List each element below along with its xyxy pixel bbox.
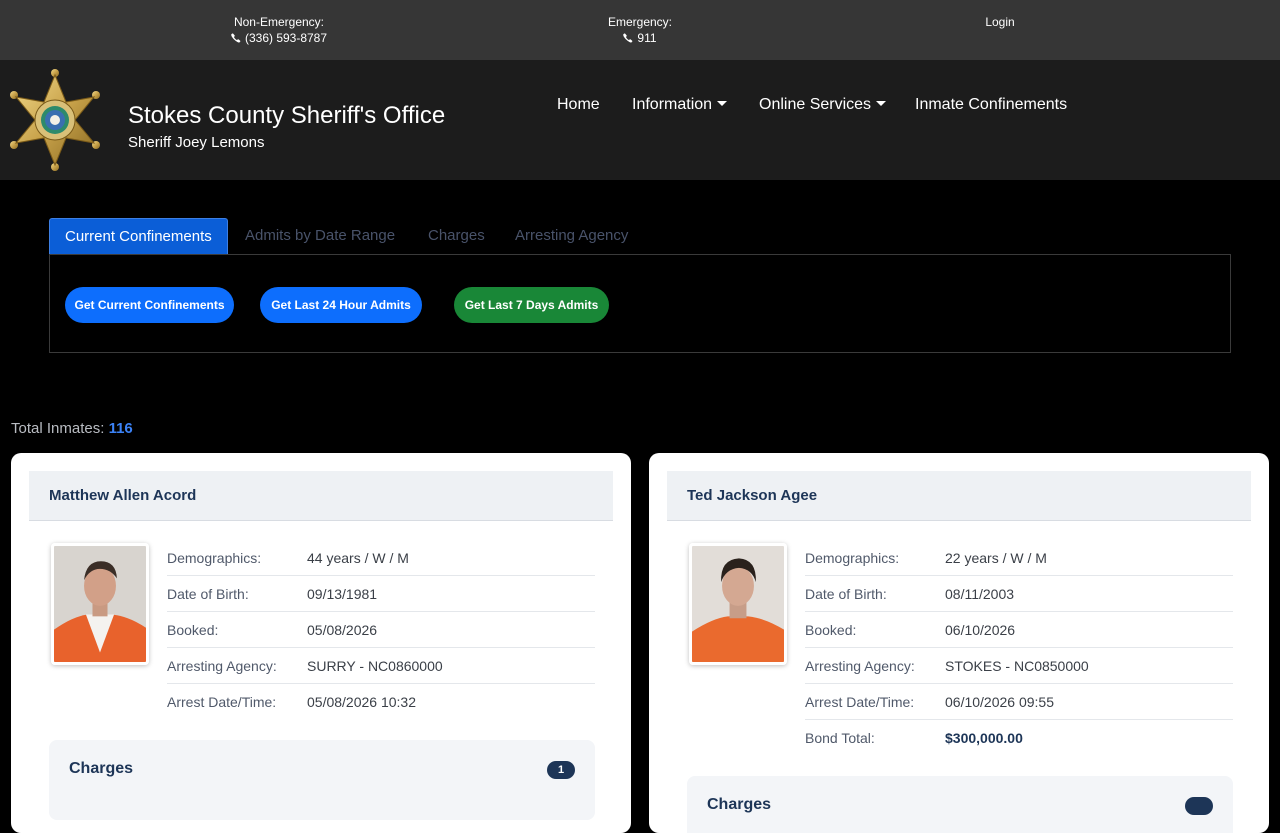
charges-title: Charges [69,760,134,777]
detail-label: Date of Birth: [167,586,249,602]
inmate-card-header: Ted Jackson Agee [667,471,1251,521]
non-emergency-phone-link[interactable]: (336) 593-8787 [199,30,359,46]
detail-value: 44 years / W / M [307,550,409,566]
caret-down-icon [876,101,887,106]
inmate-name: Ted Jackson Agee [687,487,818,504]
detail-row: Date of Birth: 08/11/2003 [805,576,1233,612]
phone-icon [231,33,241,43]
tab-current-confinements[interactable]: Current Confinements [49,218,228,255]
nav-online-services[interactable]: Online Services [759,96,887,114]
site-title[interactable]: Stokes County Sheriff's Office [128,102,445,130]
phone-icon [623,33,633,43]
detail-label: Date of Birth: [805,586,887,602]
inmate-card-header: Matthew Allen Acord [29,471,613,521]
nav-home-label: Home [557,96,600,113]
detail-value: 06/10/2026 09:55 [945,694,1054,710]
detail-label: Demographics: [167,550,262,566]
inmate-details: Demographics: 22 years / W / M Date of Bi… [805,540,1233,756]
total-inmates-label: Total Inmates: [11,420,105,437]
emergency-label: Emergency: [607,15,673,29]
detail-row: Demographics: 44 years / W / M [167,540,595,576]
emergency-phone: 911 [637,31,657,45]
non-emergency-phone: (336) 593-8787 [244,31,328,45]
inmate-photo[interactable] [689,543,787,665]
detail-label: Arrest Date/Time: [805,694,915,710]
detail-value: 05/08/2026 10:32 [307,694,416,710]
non-emergency-label: Non-Emergency: [233,15,325,29]
detail-row: Arrest Date/Time: 05/08/2026 10:32 [167,684,595,720]
caret-down-icon [717,101,728,106]
detail-row: Bond Total: $300,000.00 [805,720,1233,756]
detail-label: Booked: [805,622,857,638]
charges-title: Charges [707,796,772,813]
detail-value: 05/08/2026 [307,622,378,638]
nav-information[interactable]: Information [632,96,728,114]
bond-total-value: $300,000.00 [945,730,1023,746]
detail-row: Arrest Date/Time: 06/10/2026 09:55 [805,684,1233,720]
detail-value: 22 years / W / M [945,550,1047,566]
emergency-contact: Emergency: 911 [580,14,700,46]
detail-value: 06/10/2026 [945,622,1016,638]
login-link[interactable]: Login [960,14,1040,30]
detail-row: Arresting Agency: STOKES - NC0850000 [805,648,1233,684]
get-last-24-hour-admits-button[interactable]: Get Last 24 Hour Admits [260,287,422,323]
detail-row: Booked: 05/08/2026 [167,612,595,648]
inmate-details: Demographics: 44 years / W / M Date of Bi… [167,540,595,720]
site-header: Stokes County Sheriff's Office Sheriff J… [0,60,1280,180]
sheriff-star-badge-icon[interactable] [10,69,100,171]
nav-online-services-label: Online Services [759,96,872,113]
detail-row: Arresting Agency: SURRY - NC0860000 [167,648,595,684]
detail-value: SURRY - NC0860000 [307,658,443,674]
detail-label: Arresting Agency: [167,658,277,674]
emergency-phone-link[interactable]: 911 [580,30,700,46]
inmate-name: Matthew Allen Acord [49,487,197,504]
detail-label: Arrest Date/Time: [167,694,277,710]
get-last-7-days-admits-button[interactable]: Get Last 7 Days Admits [454,287,609,323]
tab-admits-by-date-range[interactable]: Admits by Date Range [245,218,395,255]
nav-inmate-confinements-label: Inmate Confinements [915,96,1068,113]
inmate-card: Ted Jackson Agee Demographics: 22 years /… [649,453,1269,833]
nav-information-label: Information [632,96,713,113]
detail-label: Booked: [167,622,219,638]
charges-section[interactable]: Charges [687,776,1233,833]
site-subtitle: Sheriff Joey Lemons [128,134,265,151]
detail-row: Date of Birth: 09/13/1981 [167,576,595,612]
detail-value: STOKES - NC0850000 [945,658,1089,674]
get-current-confinements-button[interactable]: Get Current Confinements [65,287,234,323]
detail-row: Demographics: 22 years / W / M [805,540,1233,576]
detail-value: 08/11/2003 [945,586,1015,602]
tab-panel: Get Current Confinements Get Last 24 Hou… [49,254,1231,353]
detail-label: Bond Total: [805,730,875,746]
detail-label: Arresting Agency: [805,658,915,674]
tab-charges[interactable]: Charges [428,218,485,255]
detail-value: 09/13/1981 [307,586,378,602]
inmate-card: Matthew Allen Acord Demographics: 44 year… [11,453,631,833]
charges-section[interactable]: Charges 1 [49,740,595,820]
detail-row: Booked: 06/10/2026 [805,612,1233,648]
non-emergency-contact: Non-Emergency: (336) 593-8787 [199,14,359,46]
nav-home[interactable]: Home [557,96,600,114]
total-inmates-count: 116 [108,420,133,437]
charges-count-badge: 1 [547,761,575,779]
contact-bar: Non-Emergency: (336) 593-8787 Emergency:… [0,0,1280,60]
nav-inmate-confinements[interactable]: Inmate Confinements [915,96,1067,114]
detail-label: Demographics: [805,550,900,566]
total-inmates: Total Inmates: 116 [11,420,133,438]
inmate-photo[interactable] [51,543,149,665]
tab-arresting-agency[interactable]: Arresting Agency [515,218,628,255]
